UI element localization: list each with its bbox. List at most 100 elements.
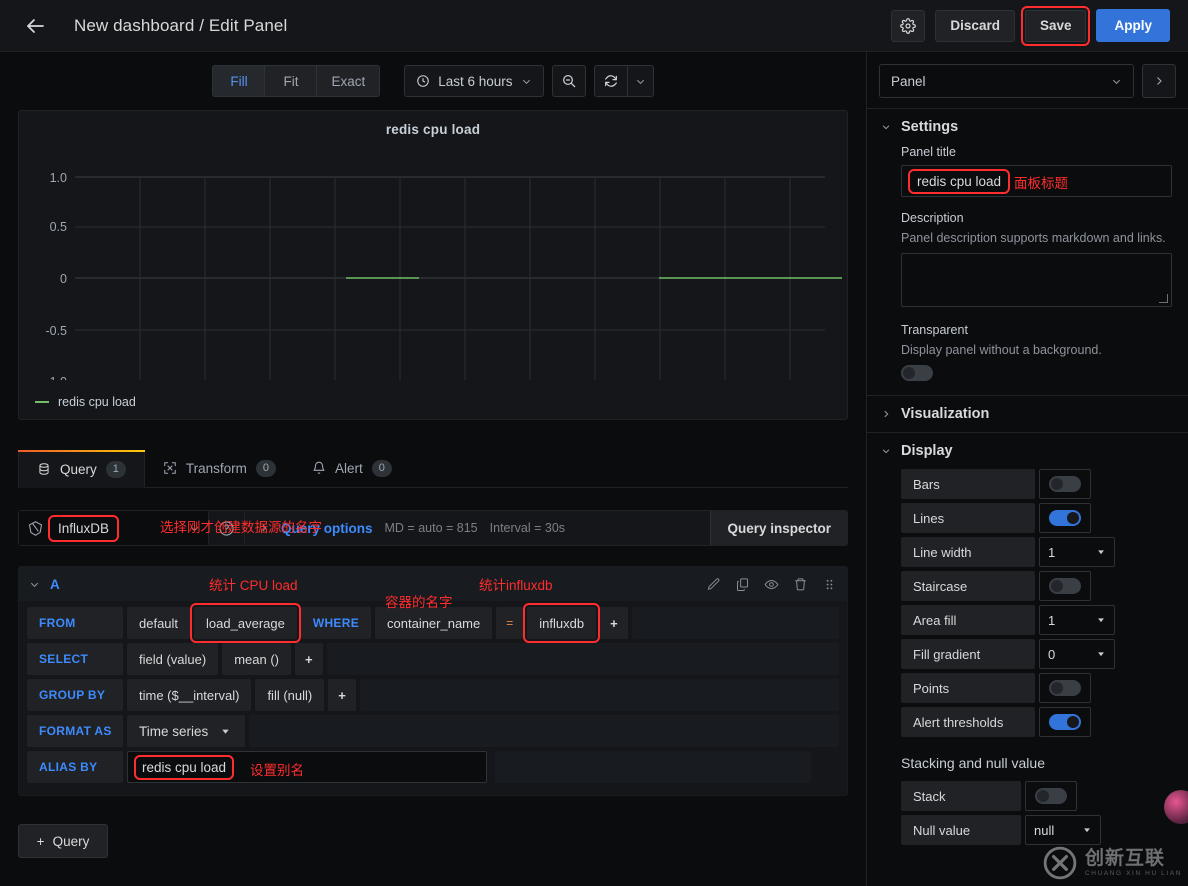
option-label-bars: Bars bbox=[901, 469, 1035, 499]
datasource-row: InfluxDB Query options MD = auto = 815 I… bbox=[18, 510, 848, 546]
dashboard-settings-button[interactable] bbox=[891, 9, 926, 42]
panel-title-input[interactable]: redis cpu load 面板标题 bbox=[901, 165, 1172, 197]
discard-button[interactable]: Discard bbox=[935, 9, 1015, 42]
query-collapse-chevron-down-icon[interactable] bbox=[29, 579, 40, 590]
lines-toggle[interactable] bbox=[1049, 510, 1081, 526]
option-cell-alert-thresholds[interactable] bbox=[1039, 707, 1091, 737]
line-width-select[interactable]: 1 bbox=[1039, 537, 1115, 567]
option-row-lines: Lines bbox=[901, 503, 1172, 533]
tab-query[interactable]: Query 1 bbox=[18, 450, 145, 488]
pencil-icon[interactable] bbox=[706, 577, 721, 592]
query-where-operator[interactable]: = bbox=[496, 607, 524, 639]
datasource-help-button[interactable] bbox=[209, 511, 245, 545]
description-label: Description bbox=[901, 211, 964, 225]
alert-thresholds-toggle[interactable] bbox=[1049, 714, 1081, 730]
chevron-down-icon bbox=[189, 523, 200, 534]
add-query-button[interactable]: + Query bbox=[18, 824, 108, 858]
query-where-add-button[interactable]: + bbox=[600, 607, 628, 639]
query-select-func[interactable]: mean () bbox=[222, 643, 291, 675]
query-groupby-fill[interactable]: fill (null) bbox=[255, 679, 325, 711]
query-from-label: FROM bbox=[27, 607, 123, 639]
null-value-select[interactable]: null bbox=[1025, 815, 1101, 845]
refresh-icon[interactable] bbox=[593, 65, 628, 97]
query-select-add-button[interactable]: + bbox=[295, 643, 323, 675]
option-cell-bars[interactable] bbox=[1039, 469, 1091, 499]
size-mode-fill[interactable]: Fill bbox=[212, 65, 265, 97]
graph-plot-area[interactable]: 1.0 0.5 0 -0.5 -1.0 bbox=[19, 145, 847, 380]
chevron-down-icon bbox=[521, 76, 532, 87]
option-label-stack: Stack bbox=[901, 781, 1021, 811]
transparent-toggle[interactable] bbox=[901, 365, 933, 381]
stack-toggle[interactable] bbox=[1035, 788, 1067, 804]
section-body-display: Bars Lines Line width 1 Staircase Area f… bbox=[867, 469, 1188, 863]
query-groupby-add-button[interactable]: + bbox=[328, 679, 356, 711]
option-label-fill-gradient: Fill gradient bbox=[901, 639, 1035, 669]
option-cell-stack[interactable] bbox=[1025, 781, 1077, 811]
query-where-tag-key[interactable]: 容器的名字 container_name bbox=[375, 595, 493, 639]
back-arrow-icon[interactable] bbox=[22, 13, 48, 39]
query-inspector-button[interactable]: Query inspector bbox=[710, 511, 847, 545]
graph-legend[interactable]: redis cpu load bbox=[35, 395, 136, 409]
section-header-settings[interactable]: Settings bbox=[867, 108, 1188, 145]
size-mode-fit[interactable]: Fit bbox=[264, 65, 317, 97]
bars-toggle[interactable] bbox=[1049, 476, 1081, 492]
query-formatas-select[interactable]: Time series bbox=[127, 715, 245, 747]
chevron-right-icon[interactable] bbox=[259, 523, 269, 533]
copy-icon[interactable] bbox=[735, 577, 750, 592]
apply-button[interactable]: Apply bbox=[1096, 9, 1170, 42]
option-cell-lines[interactable] bbox=[1039, 503, 1091, 533]
size-mode-exact[interactable]: Exact bbox=[316, 65, 381, 97]
null-value-value: null bbox=[1034, 822, 1055, 838]
query-where-label: WHERE bbox=[300, 607, 372, 639]
visualization-type-value: Panel bbox=[891, 73, 926, 89]
caret-down-icon bbox=[1096, 615, 1106, 625]
tab-alert[interactable]: Alert 0 bbox=[294, 449, 410, 487]
description-textarea[interactable] bbox=[901, 253, 1172, 307]
datasource-picker[interactable]: InfluxDB bbox=[19, 511, 209, 545]
trash-icon[interactable] bbox=[793, 577, 808, 592]
option-row-line-width: Line width 1 bbox=[901, 537, 1172, 567]
description-help-text: Panel description supports markdown and … bbox=[901, 231, 1166, 245]
query-aliasby-row-filler bbox=[495, 751, 811, 783]
query-where-tag-value[interactable]: influxdb bbox=[523, 603, 601, 643]
query-groupby-time[interactable]: time ($__interval) bbox=[127, 679, 252, 711]
option-row-bars: Bars bbox=[901, 469, 1172, 499]
query-from-measurement[interactable]: load_average bbox=[190, 603, 301, 643]
graph-panel-title: redis cpu load bbox=[385, 122, 481, 137]
options-pane-collapse-button[interactable] bbox=[1142, 64, 1176, 98]
option-label-lines: Lines bbox=[901, 503, 1035, 533]
section-header-visualization[interactable]: Visualization bbox=[867, 395, 1188, 432]
visualization-type-select[interactable]: Panel bbox=[879, 64, 1134, 98]
query-select-field[interactable]: field (value) bbox=[127, 643, 219, 675]
points-toggle[interactable] bbox=[1049, 680, 1081, 696]
section-header-display[interactable]: Display bbox=[867, 432, 1188, 469]
eye-icon[interactable] bbox=[764, 577, 779, 592]
area-fill-select[interactable]: 1 bbox=[1039, 605, 1115, 635]
option-cell-points[interactable] bbox=[1039, 673, 1091, 703]
query-select-row-filler bbox=[326, 643, 839, 675]
fill-gradient-select[interactable]: 0 bbox=[1039, 639, 1115, 669]
fill-gradient-value: 0 bbox=[1048, 646, 1056, 662]
legend-series-label: redis cpu load bbox=[58, 395, 136, 409]
refresh-interval-chevron-down-icon[interactable] bbox=[627, 65, 654, 97]
query-options-link[interactable]: Query options bbox=[281, 521, 373, 536]
staircase-toggle[interactable] bbox=[1049, 578, 1081, 594]
save-button[interactable]: Save bbox=[1020, 5, 1091, 46]
query-row-body: FROM default load_average WHERE 容器的名字 co… bbox=[19, 595, 847, 795]
zoom-out-icon[interactable] bbox=[551, 65, 586, 97]
svg-text:-0.5: -0.5 bbox=[45, 324, 67, 338]
option-row-area-fill: Area fill 1 bbox=[901, 605, 1172, 635]
query-aliasby-input[interactable]: redis cpu load 设置别名 bbox=[127, 751, 487, 783]
query-ref-id[interactable]: A bbox=[50, 577, 60, 592]
clock-icon bbox=[416, 74, 430, 88]
graph-panel: redis cpu load 1.0 0.5 0 -0.5 -1.0 bbox=[18, 110, 848, 420]
tab-transform[interactable]: Transform 0 bbox=[145, 449, 294, 487]
query-from-policy[interactable]: default bbox=[127, 607, 191, 639]
query-where-tag-key-value: container_name bbox=[387, 615, 481, 631]
bell-icon bbox=[312, 461, 326, 475]
page-title: New dashboard / Edit Panel bbox=[74, 15, 288, 35]
query-groupby-row-filler bbox=[359, 679, 839, 711]
drag-handle-icon[interactable] bbox=[822, 577, 837, 592]
time-range-picker[interactable]: Last 6 hours bbox=[404, 65, 544, 97]
option-cell-staircase[interactable] bbox=[1039, 571, 1091, 601]
